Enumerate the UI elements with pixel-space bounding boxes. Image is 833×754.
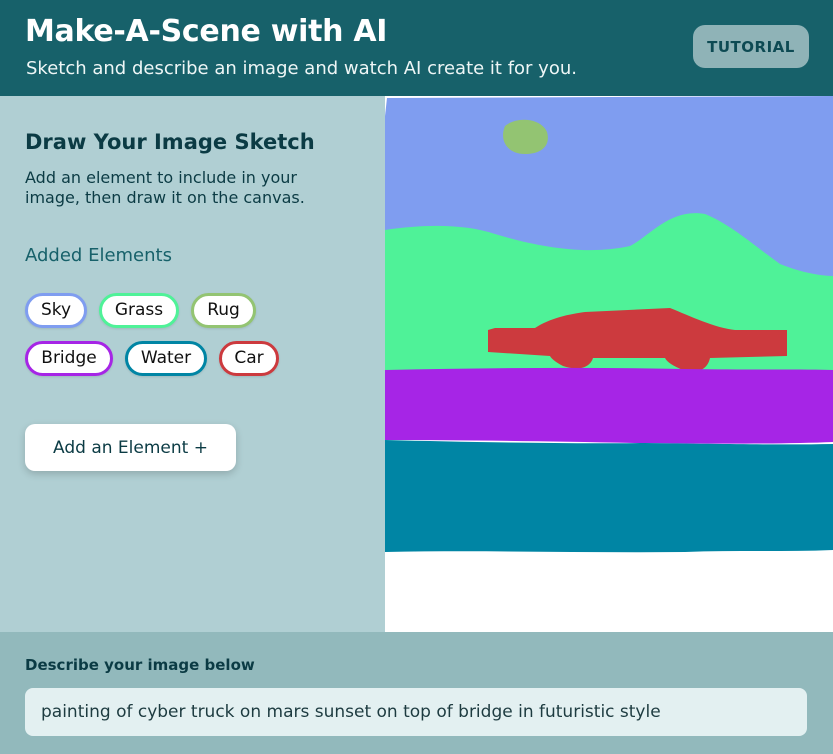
add-element-button[interactable]: Add an Element + (25, 424, 236, 471)
prompt-footer: Describe your image below (0, 632, 833, 754)
chip-label: Grass (114, 300, 164, 320)
panel-description: Add an element to include in your image,… (25, 168, 305, 207)
element-chip-grass[interactable]: Grass (99, 293, 179, 328)
element-chip-water[interactable]: Water (125, 341, 207, 376)
app-header: Make-A-Scene with AI Sketch and describe… (0, 0, 833, 96)
bridge-stroke (385, 367, 833, 444)
element-chip-sky[interactable]: Sky (25, 293, 87, 328)
element-chip-car[interactable]: Car (219, 341, 279, 376)
chip-label: Bridge (41, 348, 97, 368)
tutorial-button[interactable]: TUTORIAL (693, 25, 809, 68)
chip-label: Sky (40, 300, 72, 320)
chip-label: Rug (207, 300, 240, 320)
element-chip-rug[interactable]: Rug (191, 293, 256, 328)
added-elements-heading: Added Elements (25, 245, 172, 266)
prompt-input[interactable] (25, 688, 807, 736)
panel-title: Draw Your Image Sketch (25, 130, 315, 154)
app-title: Make-A-Scene with AI (25, 14, 388, 49)
sun-stroke (503, 119, 548, 154)
element-chip-bridge[interactable]: Bridge (25, 341, 113, 376)
app-subtitle: Sketch and describe an image and watch A… (26, 58, 577, 79)
chip-label: Car (234, 348, 264, 368)
sketch-canvas[interactable] (385, 96, 833, 632)
water-stroke (385, 440, 833, 553)
describe-label: Describe your image below (25, 656, 255, 674)
chip-label: Water (140, 348, 192, 368)
canvas-drawing (385, 96, 833, 632)
sketch-panel: Draw Your Image Sketch Add an element to… (0, 96, 385, 632)
